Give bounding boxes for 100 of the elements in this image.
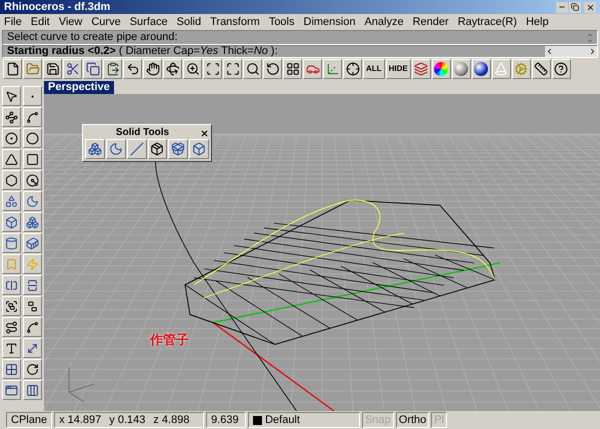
toolbar-button[interactable] [163, 59, 182, 79]
toolbar-button[interactable] [22, 191, 42, 211]
toolbar-button[interactable] [63, 59, 82, 79]
toolbar-button[interactable]: ALL [363, 59, 385, 79]
menu-item[interactable]: Solid [176, 16, 202, 28]
toolbar-button[interactable] [2, 149, 21, 169]
toolbar-button[interactable] [22, 338, 42, 358]
package-icon [150, 142, 164, 156]
toolbar-button[interactable] [2, 191, 21, 211]
squares-icon [5, 362, 18, 376]
toolbar-button[interactable] [22, 170, 42, 190]
ungroup-icon [26, 300, 38, 312]
toolbar-button[interactable] [412, 59, 431, 79]
menu-item[interactable]: Analyze [364, 16, 404, 28]
toolbar-button[interactable] [283, 59, 302, 79]
toolbar-button[interactable] [83, 59, 102, 79]
toolbar-button[interactable] [2, 86, 21, 106]
toolbar-button[interactable] [2, 317, 21, 337]
columns-icon [26, 384, 38, 396]
toolbar-button[interactable] [552, 59, 571, 79]
toolbar-button[interactable] [243, 59, 262, 79]
hand-icon [146, 62, 160, 76]
container-icon [26, 236, 38, 250]
toolbar-button[interactable] [22, 233, 42, 253]
toolbar-button[interactable] [189, 139, 209, 159]
toolbar-button[interactable] [22, 107, 42, 127]
status-toggle[interactable]: Ortho [396, 412, 430, 428]
viewport-tab[interactable]: Perspective [44, 81, 114, 94]
toolbar-button[interactable] [2, 107, 21, 127]
boxes-icon [26, 216, 38, 228]
toolbar-button[interactable] [203, 59, 222, 79]
layer-name: Default [265, 412, 300, 428]
menu-item[interactable]: Tools [268, 16, 294, 28]
toolbar-button[interactable] [106, 139, 126, 159]
toolbar-button[interactable] [343, 59, 362, 79]
lightning-icon [26, 258, 38, 270]
toolbar-button[interactable] [2, 212, 21, 232]
toolbar-button[interactable] [22, 275, 42, 295]
text-icon [5, 342, 18, 354]
close-button[interactable] [584, 2, 596, 12]
toolbar-button[interactable] [148, 139, 168, 159]
curve-points-icon [26, 320, 38, 334]
toolbar-button[interactable] [85, 139, 105, 159]
toolbar-button[interactable] [263, 59, 282, 79]
menu-item[interactable]: Edit [30, 16, 50, 28]
menu-item[interactable]: Curve [91, 16, 121, 28]
hexagon-icon [5, 174, 18, 186]
toolbar-button[interactable] [22, 380, 42, 400]
triangle-icon [5, 152, 18, 166]
toolbar-button[interactable] [2, 170, 21, 190]
close-icon [586, 2, 594, 12]
toolbar-button[interactable] [2, 233, 21, 253]
minimize-button[interactable] [556, 2, 568, 12]
toolbar-button[interactable] [126, 139, 146, 159]
menu-item[interactable]: File [4, 16, 22, 28]
toolbar-button[interactable] [2, 359, 21, 379]
toolbar-button[interactable] [2, 296, 21, 316]
menu-item[interactable]: Render [412, 16, 449, 28]
toolbar-button[interactable] [183, 59, 202, 79]
rectangle-icon [26, 152, 38, 166]
toolbar-button[interactable] [143, 59, 162, 79]
circle-icon [5, 132, 18, 144]
toolbar-button[interactable] [432, 59, 451, 79]
toolbar-button[interactable] [223, 59, 242, 79]
menu-item[interactable]: Dimension [304, 16, 356, 28]
folder-icon [26, 62, 40, 76]
toolbar-button[interactable] [123, 59, 142, 79]
toolbar-button[interactable]: HIDE [386, 59, 411, 79]
toolbar-button[interactable] [2, 128, 21, 148]
bookmark-icon [5, 258, 18, 270]
toolbar-button[interactable] [103, 59, 122, 79]
target-icon [346, 62, 360, 76]
box-icon [192, 142, 206, 156]
toolbar-button[interactable] [22, 128, 42, 148]
toolbar-button[interactable] [472, 59, 491, 79]
toolbar-button[interactable] [2, 275, 21, 295]
horizontal-scrollbar[interactable] [545, 46, 597, 57]
scissors-icon [66, 62, 80, 76]
toolbar-button[interactable] [22, 149, 42, 169]
restore-button[interactable] [569, 2, 581, 12]
menu-item[interactable]: Surface [130, 16, 168, 28]
toolbar-button[interactable] [168, 139, 188, 159]
toolbar-button[interactable] [43, 59, 62, 79]
toolbar-button[interactable] [22, 212, 42, 232]
menu-item[interactable]: Help [526, 16, 549, 28]
toolbar-button[interactable] [22, 317, 42, 337]
pointer-icon [5, 90, 18, 102]
toolbar-button[interactable] [3, 59, 22, 79]
toolbar-button[interactable] [22, 359, 42, 379]
split-icon [26, 278, 38, 292]
y-coordinate: y 0.143 [109, 412, 146, 428]
toolbar-button[interactable] [2, 380, 21, 400]
toolbar-button[interactable] [22, 296, 42, 316]
menu-item[interactable]: Transform [210, 16, 260, 28]
menu-item[interactable]: View [58, 16, 82, 28]
toolbar-button[interactable] [532, 59, 551, 79]
menu-item[interactable]: Raytrace(R) [458, 16, 517, 28]
close-icon[interactable] [200, 128, 209, 138]
toolbar-button[interactable] [2, 338, 21, 358]
axes-icon [326, 62, 340, 76]
